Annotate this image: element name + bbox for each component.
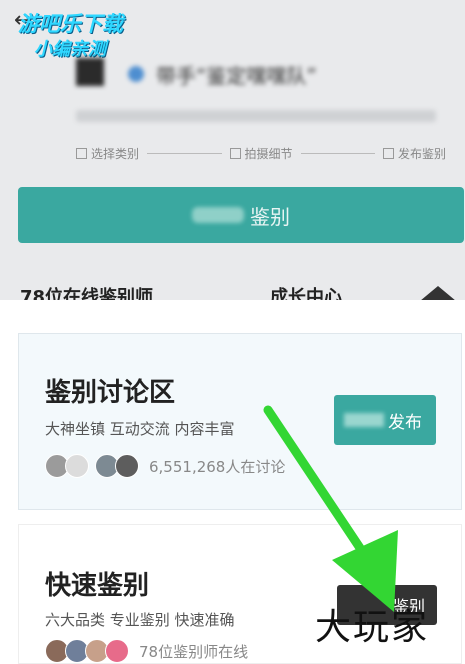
step-select-category: 选择类别 xyxy=(76,145,139,162)
online-experts-heading: 78位在线鉴别师 xyxy=(20,287,154,300)
step-label: 选择类别 xyxy=(91,146,140,161)
quick-identify-title: 快速鉴别 xyxy=(45,571,150,601)
discussion-card[interactable]: 鉴别讨论区 大神坐镇 互动交流 内容丰富 6,551,268人在讨论 发布 xyxy=(18,333,462,510)
dimmed-top-section: ← 游吧乐下载 小编亲测 带手“鉴定嘿嘿队” 选择类别 拍摄细节 发布鉴别 鉴别… xyxy=(0,0,465,300)
publish-icon xyxy=(383,147,394,159)
step-divider xyxy=(300,152,375,154)
banner-badge-icon xyxy=(128,66,144,82)
promo-banner[interactable]: 带手“鉴定嘿嘿队” xyxy=(76,58,446,94)
avatar xyxy=(105,639,129,663)
discussion-title: 鉴别讨论区 xyxy=(45,378,176,408)
participant-avatars: 6,551,268人在讨论 xyxy=(45,454,285,478)
category-icon xyxy=(76,147,87,159)
blurred-label xyxy=(192,207,244,223)
watermark-logo: 游吧乐下载 小编亲测 xyxy=(18,12,158,62)
banner-text: 带手“鉴定嘿嘿队” xyxy=(156,64,317,88)
avatar xyxy=(115,454,139,478)
banner-subtext xyxy=(76,110,436,122)
quick-identify-desc: 六大品类 专业鉴别 快速准确 xyxy=(45,611,235,629)
camera-icon xyxy=(229,147,241,159)
step-publish: 发布鉴别 xyxy=(383,145,446,162)
publish-button[interactable]: 发布 xyxy=(334,395,436,445)
discussion-count: 6,551,268人在讨论 xyxy=(149,457,286,476)
expert-avatars: 78位鉴别师在线 xyxy=(45,639,248,663)
step-label: 发布鉴别 xyxy=(398,146,447,161)
banner-image xyxy=(76,58,104,86)
step-divider xyxy=(147,152,222,154)
watermark-line1: 游吧乐下载 xyxy=(18,12,123,36)
step-label: 拍摄细节 xyxy=(244,146,293,161)
overlay-watermark-text: 大玩家 xyxy=(315,607,430,648)
identify-steps: 选择类别 拍摄细节 发布鉴别 xyxy=(76,142,446,164)
discussion-desc: 大神坐镇 互动交流 内容丰富 xyxy=(45,420,235,438)
blurred-label xyxy=(344,413,384,427)
publish-button-label: 发布 xyxy=(388,412,422,433)
step-shoot-details: 拍摄细节 xyxy=(229,145,293,162)
growth-center-link[interactable]: 成长中心 xyxy=(270,283,342,300)
online-experts-count: 78位鉴别师在线 xyxy=(139,642,249,661)
tooltip-pointer xyxy=(414,286,462,300)
avatar xyxy=(65,454,89,478)
identify-button-label: 鉴别 xyxy=(250,204,290,229)
identify-main-button[interactable]: 鉴别 xyxy=(18,187,464,243)
